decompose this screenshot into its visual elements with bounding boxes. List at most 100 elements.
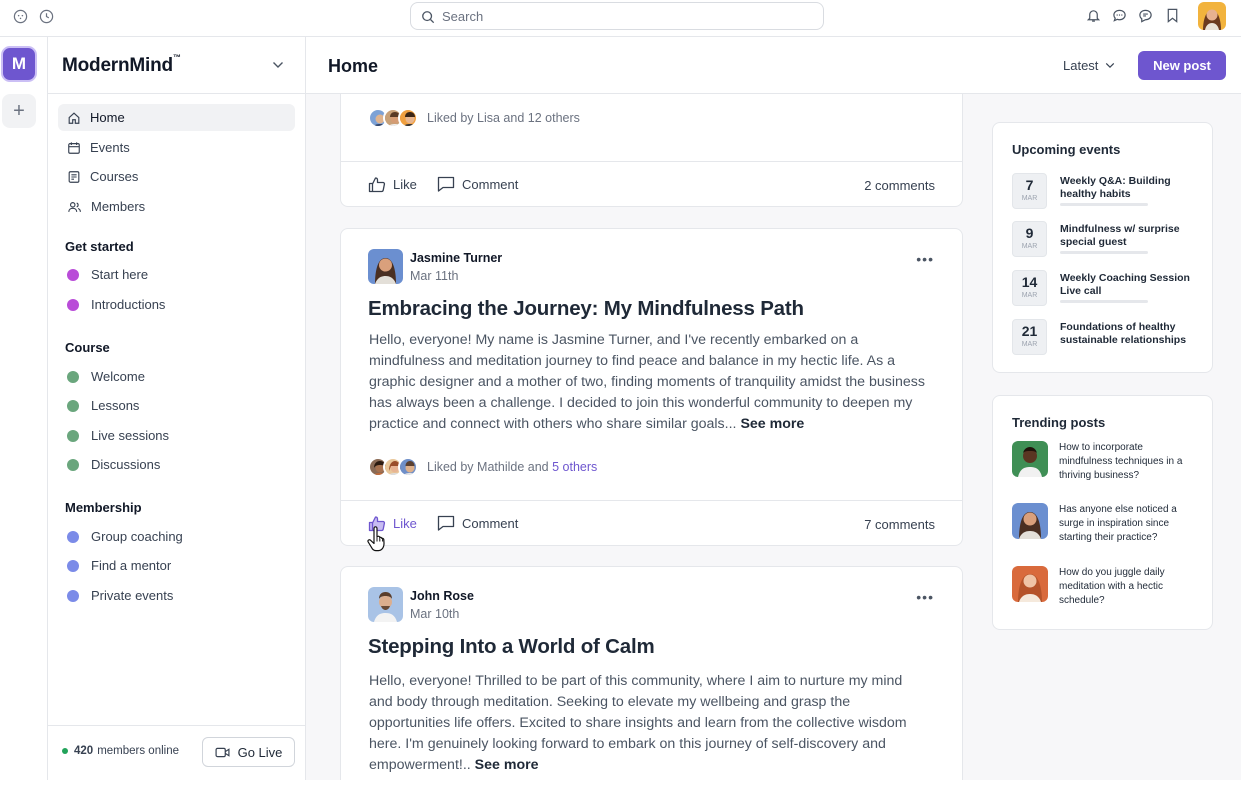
event-placeholder-bar [1060,251,1148,254]
post-body: Hello, everyone! Thrilled to be part of … [369,671,929,776]
event-title: Weekly Q&A: Building healthy habits [1060,175,1171,200]
go-live-button[interactable]: Go Live [202,737,295,767]
new-post-button[interactable]: New post [1138,51,1226,80]
sort-dropdown[interactable]: Latest [1063,58,1115,73]
see-more-link[interactable]: See more [740,416,804,432]
event-day: 21 [1021,323,1038,339]
comment-label: Comment [462,515,519,531]
comments-count-link[interactable]: 7 comments [864,517,935,532]
thumbs-up-icon [368,177,386,193]
event-title: Weekly Coaching Session Live call [1060,272,1190,297]
author-avatar[interactable] [368,249,403,284]
space-dot-icon [67,458,79,471]
event-date-badge: 9 MAR [1012,221,1047,257]
trending-post-title: How to incorporate mindfulness technique… [1059,442,1183,481]
upcoming-events-title: Upcoming events [1012,142,1121,157]
space-dot-icon [67,268,79,281]
sidebar-item-events[interactable]: Events [58,134,295,161]
chevron-down-icon [1106,63,1115,68]
page-header: Home Latest New post [306,37,1241,94]
like-label: Like [393,516,417,531]
sidebar-item-label: Group coaching [91,529,183,544]
search-icon [422,11,435,24]
trending-post-item[interactable]: Has anyone else noticed a surge in inspi… [1012,503,1202,543]
post-card: Jasmine Turner Mar 11th ••• Embracing th… [340,228,963,546]
members-online-count: 420 [74,745,94,757]
sidebar-item-welcome[interactable]: Welcome [58,363,295,390]
liked-by-others-link[interactable]: 5 others [552,460,597,474]
post-date: Mar 11th [410,269,459,283]
members-icon [68,201,81,212]
user-avatar[interactable] [1198,2,1226,30]
sidebar-item-label: Live sessions [91,428,170,443]
more-options-icon[interactable]: ••• [916,251,934,267]
search-placeholder: Search [442,9,484,24]
event-day: 9 [1025,225,1034,241]
trending-posts-card: Trending posts How to incorporate mindfu… [992,395,1213,630]
comment-button[interactable]: Comment [437,176,518,192]
author-name[interactable]: John Rose [410,589,474,603]
sidebar-item-live-sessions[interactable]: Live sessions [58,422,295,449]
community-name[interactable]: ModernMind™ [62,53,181,77]
likers-row: Liked by Lisa and 12 others [368,108,580,128]
trending-post-title: How do you juggle daily meditation with … [1059,567,1165,606]
space-dot-icon [67,370,79,383]
event-item[interactable]: 7 MAR Weekly Q&A: Building healthy habits [1012,173,1202,209]
sidebar-item-lessons[interactable]: Lessons [58,392,295,419]
add-community-button[interactable]: + [2,94,36,128]
author-name[interactable]: Jasmine Turner [410,251,502,265]
sidebar-item-home[interactable]: Home [58,104,295,131]
community-switcher-button[interactable]: M [1,46,37,82]
trending-post-item[interactable]: How to incorporate mindfulness technique… [1012,441,1202,481]
video-camera-icon [215,747,230,757]
chevron-down-icon[interactable] [272,61,284,69]
event-date-badge: 7 MAR [1012,173,1047,209]
comment-icon [437,176,455,192]
divider [341,161,962,162]
more-options-icon[interactable]: ••• [916,589,934,605]
community-rail: M + [0,37,48,780]
page-title: Home [328,56,379,76]
trending-post-item[interactable]: How do you juggle daily meditation with … [1012,566,1202,606]
divider [48,93,306,94]
sidebar-item-discussions[interactable]: Discussions [58,451,295,478]
sidebar-item-members[interactable]: Members [58,193,295,220]
event-item[interactable]: 21 MAR Foundations of healthy sustainable… [1012,319,1202,355]
sidebar-item-label: Members [91,199,146,214]
members-online-label: members online [97,745,180,757]
courses-icon [68,170,80,183]
see-more-link[interactable]: See more [475,757,539,773]
bell-icon[interactable] [1086,8,1101,23]
like-button[interactable]: Like [368,176,417,193]
sidebar-item-find-a-mentor[interactable]: Find a mentor [58,552,295,579]
comment-button[interactable]: Comment [437,515,518,531]
liker-avatar [398,457,418,477]
go-live-label: Go Live [237,744,283,760]
clock-icon[interactable] [39,9,54,24]
sidebar-item-courses[interactable]: Courses [58,163,295,190]
smiley-icon[interactable] [13,9,28,24]
sidebar-item-group-coaching[interactable]: Group coaching [58,523,295,550]
sidebar-item-private-events[interactable]: Private events [58,582,295,609]
comment-label: Comment [462,176,519,192]
event-month: MAR [1021,243,1038,250]
liked-by-prefix: Liked by Mathilde and [427,460,549,474]
author-avatar[interactable] [368,587,403,622]
event-month: MAR [1021,292,1038,299]
trending-post-avatar [1012,441,1048,477]
event-item[interactable]: 14 MAR Weekly Coaching Session Live call [1012,270,1202,306]
sidebar-item-introductions[interactable]: Introductions [58,291,295,318]
liker-avatar [398,108,418,128]
messages-icon[interactable] [1138,8,1153,23]
comment-icon [437,515,455,531]
members-online-status: 420 members online [62,745,179,757]
chat-icon[interactable] [1112,8,1127,23]
event-item[interactable]: 9 MAR Mindfulness w/ surprise special gue… [1012,221,1202,257]
sidebar-item-start-here[interactable]: Start here [58,261,295,288]
divider [341,500,962,501]
comments-count-link[interactable]: 2 comments [864,178,935,193]
bookmark-icon[interactable] [1165,8,1180,23]
search-input[interactable]: Search [410,2,824,30]
post-title[interactable]: Embracing the Journey: My Mindfulness Pa… [368,297,804,321]
post-title[interactable]: Stepping Into a World of Calm [368,635,655,659]
